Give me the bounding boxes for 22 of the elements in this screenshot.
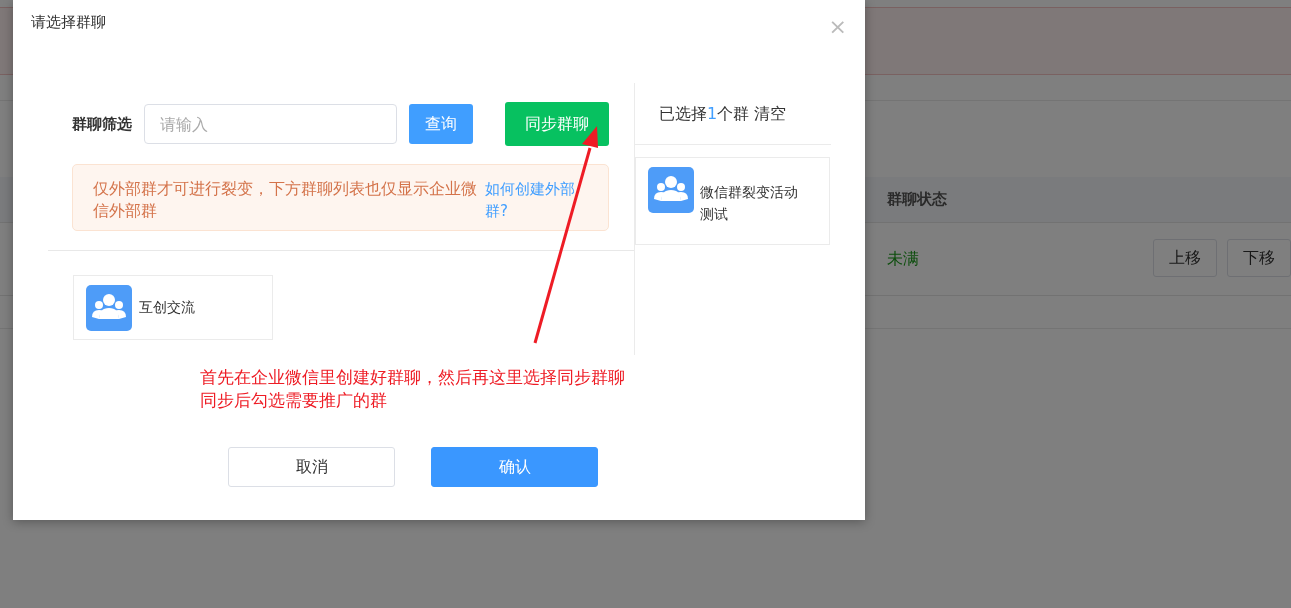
- search-button[interactable]: 查询: [409, 104, 473, 144]
- group-card[interactable]: 互创交流: [73, 275, 273, 340]
- clear-link[interactable]: 清空: [754, 103, 787, 125]
- notice-text: 仅外部群才可进行裂变，下方群聊列表也仅显示企业微信外部群: [93, 178, 478, 217]
- sync-button[interactable]: 同步群聊: [505, 102, 609, 146]
- group-name: 互创交流: [139, 298, 195, 317]
- selection-summary: 已选择1个群: [659, 103, 750, 125]
- dialog-title: 请选择群聊: [31, 12, 106, 32]
- group-icon: [86, 284, 132, 331]
- confirm-button[interactable]: 确认: [431, 447, 598, 487]
- column-header: 群聊状态: [887, 190, 947, 209]
- filter-label: 群聊筛选: [72, 114, 133, 134]
- group-icon: [648, 167, 694, 213]
- move-button[interactable]: 上移: [1153, 239, 1217, 277]
- cancel-button[interactable]: 取消: [228, 447, 395, 487]
- annotation-text: 首先在企业微信里创建好群聊，然后再这里选择同步群聊 同步后勾选需要推广的群: [200, 366, 625, 412]
- move-button[interactable]: 下移: [1227, 239, 1291, 277]
- table-cell: 未满: [887, 249, 919, 270]
- search-field[interactable]: 请输入: [144, 104, 397, 144]
- help-link[interactable]: 如何创建外部群?: [485, 178, 589, 217]
- group-card[interactable]: 微信群裂变活动测试: [635, 157, 830, 245]
- group-name: 微信群裂变活动测试: [700, 183, 799, 224]
